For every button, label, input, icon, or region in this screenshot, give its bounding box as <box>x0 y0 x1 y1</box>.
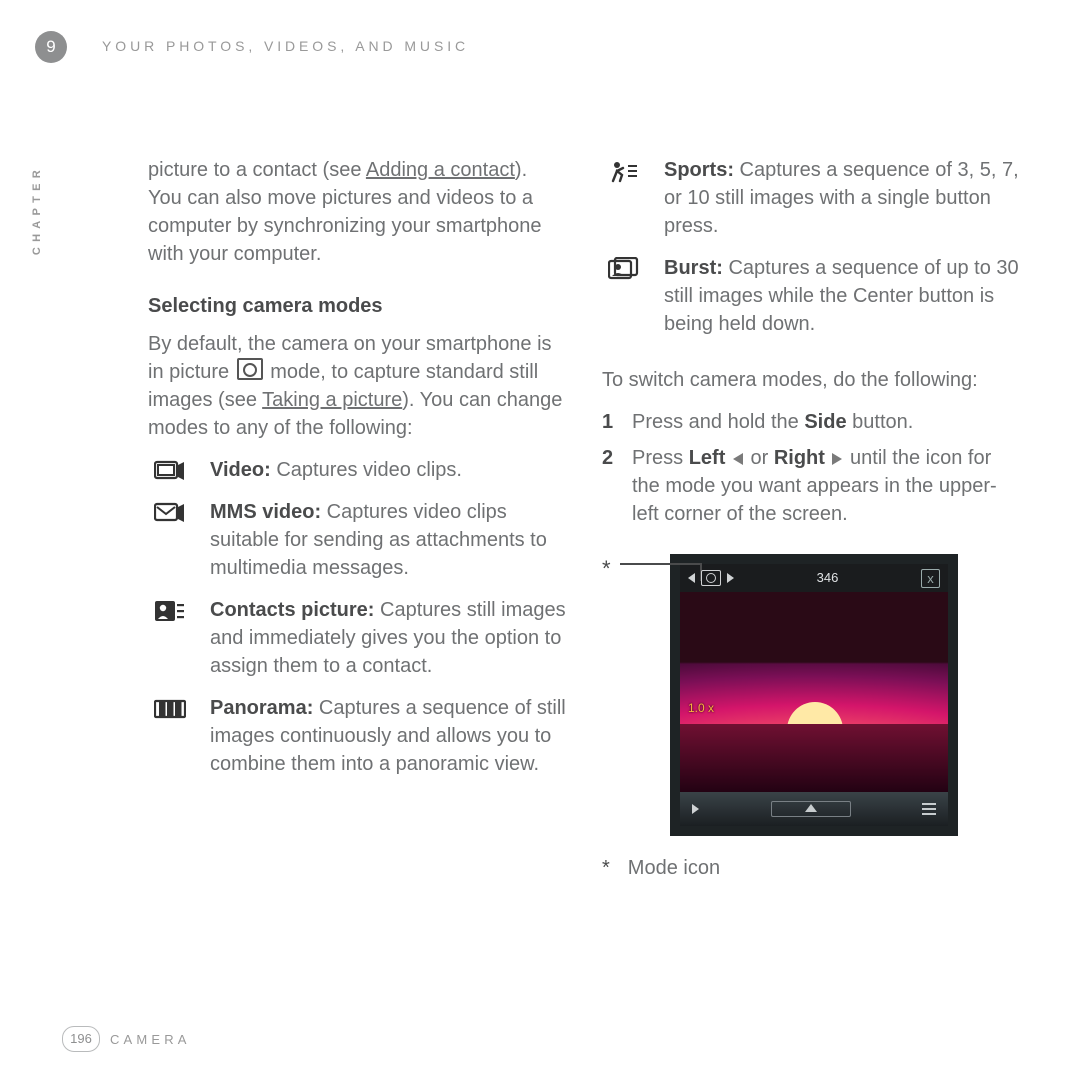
chapter-side-label: CHAPTER <box>30 165 45 255</box>
footnote: * Mode icon <box>602 854 1020 882</box>
running-head: YOUR PHOTOS, VIDEOS, AND MUSIC <box>102 37 469 57</box>
mode-row-mms-video: MMS video: Captures video clips suitable… <box>148 498 566 582</box>
step-2: 2 Press Left or Right until the icon for… <box>602 444 1020 528</box>
camera-icon <box>237 358 263 380</box>
switch-intro: To switch camera modes, do the following… <box>602 366 1020 394</box>
water-graphic <box>680 724 948 792</box>
step-text: Press Left or Right until the icon for t… <box>632 444 1020 528</box>
mode-row-sports: Sports: Captures a sequence of 3, 5, 7, … <box>602 156 1020 240</box>
intro-paragraph: picture to a contact (see Adding a conta… <box>148 156 566 268</box>
right-arrow-icon <box>832 453 842 465</box>
prev-mode-icon <box>688 573 695 583</box>
expand-panel-icon <box>771 801 851 817</box>
modes-intro-paragraph: By default, the camera on your smartphon… <box>148 330 566 442</box>
viewfinder-image: 1.0 x <box>680 592 948 792</box>
camera-mode-icon <box>701 570 721 586</box>
screenshot-top-bar: 346 x <box>680 564 948 592</box>
footer-section: CAMERA <box>110 1031 191 1049</box>
next-mode-icon <box>727 573 734 583</box>
step-number: 1 <box>602 408 618 436</box>
heading-selecting-camera-modes: Selecting camera modes <box>148 292 566 320</box>
contacts-picture-icon <box>148 596 192 680</box>
play-icon <box>692 804 699 814</box>
asterisk-icon: * <box>602 554 611 585</box>
camera-screenshot: 346 x 1.0 x <box>670 554 958 836</box>
mode-desc: Captures video clips. <box>271 459 462 481</box>
link-adding-a-contact[interactable]: Adding a contact <box>366 159 515 181</box>
mode-name: Panorama: <box>210 697 313 719</box>
step-text: Press and hold the Side button. <box>632 408 913 436</box>
footnote-text: Mode icon <box>628 854 720 882</box>
step-1: 1 Press and hold the Side button. <box>602 408 1020 436</box>
screenshot-bottom-bar <box>680 792 948 826</box>
video-icon <box>148 456 192 484</box>
footnote-mark: * <box>602 854 610 882</box>
menu-icon <box>922 803 936 815</box>
zoom-indicator: 1.0 x <box>688 700 714 717</box>
burst-icon <box>602 254 646 338</box>
mode-row-burst: Burst: Captures a sequence of up to 30 s… <box>602 254 1020 338</box>
left-column: picture to a contact (see Adding a conta… <box>148 156 566 882</box>
panorama-icon <box>148 694 192 778</box>
right-column: Sports: Captures a sequence of 3, 5, 7, … <box>602 156 1020 882</box>
steps-list: 1 Press and hold the Side button. 2 Pres… <box>602 408 1020 528</box>
mode-row-panorama: Panorama: Captures a sequence of still i… <box>148 694 566 778</box>
mode-name: MMS video: <box>210 501 321 523</box>
mode-name: Sports: <box>664 159 734 181</box>
text: picture to a contact (see <box>148 159 366 181</box>
step-number: 2 <box>602 444 618 528</box>
close-icon: x <box>921 569 940 588</box>
mode-row-video: Video: Captures video clips. <box>148 456 566 484</box>
mms-video-icon <box>148 498 192 582</box>
leader-line <box>620 563 700 565</box>
screenshot-callout: * 346 x <box>602 554 1020 836</box>
sports-icon <box>602 156 646 240</box>
link-taking-a-picture[interactable]: Taking a picture <box>262 389 402 411</box>
chapter-number-badge: 9 <box>35 31 67 63</box>
mode-row-contacts-picture: Contacts picture: Captures still images … <box>148 596 566 680</box>
shots-remaining: 346 <box>817 569 839 587</box>
mode-name: Contacts picture: <box>210 599 374 621</box>
mode-name: Video: <box>210 459 271 481</box>
page-number: 196 <box>62 1026 100 1052</box>
mode-name: Burst: <box>664 257 723 279</box>
left-arrow-icon <box>733 453 743 465</box>
